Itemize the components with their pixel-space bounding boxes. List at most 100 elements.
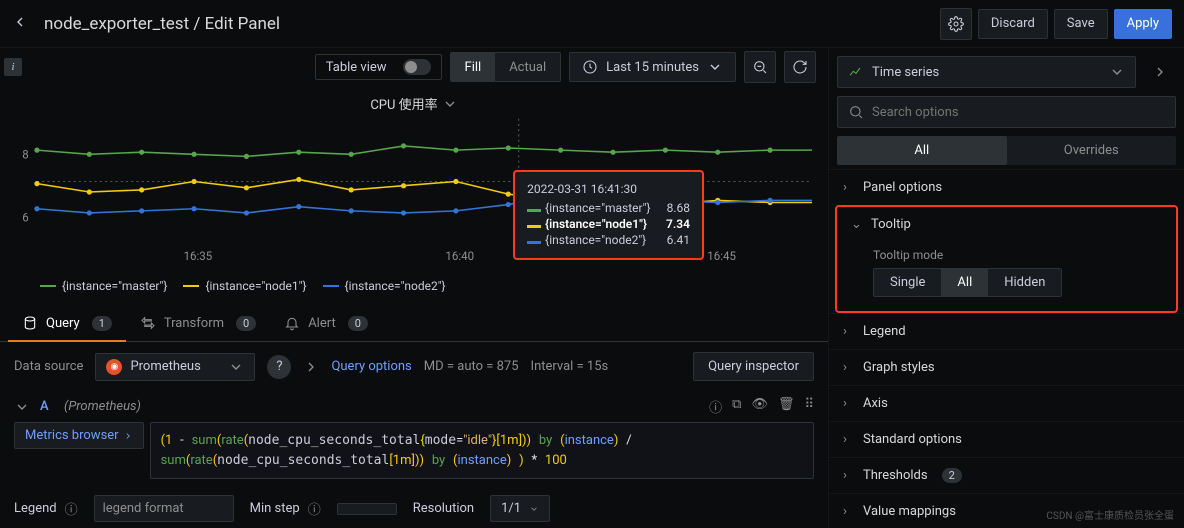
chevron-down-icon <box>1109 64 1125 80</box>
tab-label: Query <box>46 316 80 331</box>
tooltip-mode-label: Tooltip mode <box>873 248 1162 262</box>
query-options-link[interactable]: Query options <box>331 359 411 374</box>
tooltip-mode-hidden[interactable]: Hidden <box>988 269 1061 296</box>
legend-item[interactable]: {instance="master"} <box>40 279 167 293</box>
tooltip-mode-group: Single All Hidden <box>873 268 1062 297</box>
resolution-value: 1/1 <box>501 501 521 516</box>
copy-icon[interactable]: ⧉ <box>732 397 741 416</box>
visualization-name: Time series <box>872 65 939 80</box>
help-icon[interactable]: ? <box>267 355 291 379</box>
visualization-picker[interactable]: Time series <box>837 56 1136 88</box>
database-icon <box>22 315 38 331</box>
section-label: Tooltip <box>871 217 911 232</box>
svg-text:16:40: 16:40 <box>445 249 474 263</box>
back-arrow[interactable] <box>12 14 28 34</box>
info-icon[interactable]: ⓘ <box>308 499 321 518</box>
drag-handle-icon[interactable]: ⠿ <box>804 397 814 416</box>
fill-button[interactable]: Fill <box>451 53 496 81</box>
tooltip-mode-all[interactable]: All <box>941 269 988 296</box>
actual-button[interactable]: Actual <box>495 53 560 81</box>
save-button[interactable]: Save <box>1054 9 1108 39</box>
tooltip-series-value: 7.34 <box>666 217 690 231</box>
time-range-button[interactable]: Last 15 minutes <box>569 52 736 82</box>
tooltip-series-label: {instance="master"} <box>545 201 650 215</box>
section-label: Thresholds <box>863 468 928 483</box>
section-thresholds[interactable]: ›Thresholds2 <box>829 457 1184 493</box>
minstep-input[interactable] <box>337 503 397 515</box>
section-standard-options[interactable]: ›Standard options <box>829 421 1184 457</box>
apply-button[interactable]: Apply <box>1114 9 1172 39</box>
tab-label: Alert <box>308 316 336 331</box>
zoom-out-button[interactable] <box>744 51 776 83</box>
badge: 1 <box>92 316 112 331</box>
tooltip-timestamp: 2022-03-31 16:41:30 <box>527 182 690 196</box>
options-search-input[interactable] <box>872 105 1165 120</box>
switch[interactable] <box>403 59 431 75</box>
section-axis[interactable]: ›Axis <box>829 385 1184 421</box>
legend-input[interactable]: legend format <box>94 495 234 522</box>
chevron-right-icon[interactable] <box>303 359 319 375</box>
watermark: CSDN @富士康质检员张全蛋 <box>1046 507 1174 522</box>
info-icon[interactable]: ⓘ <box>65 499 78 518</box>
tooltip-series-label: {instance="node2"} <box>545 233 646 247</box>
tooltip-series-value: 8.68 <box>667 201 690 215</box>
tab-all[interactable]: All <box>837 136 1007 165</box>
chevron-down-icon <box>529 504 539 514</box>
table-view-toggle[interactable]: Table view <box>315 54 442 80</box>
interval-label: Interval = 15s <box>531 359 609 374</box>
panel-title: CPU 使用率 <box>370 94 437 113</box>
section-graph-styles[interactable]: ›Graph styles <box>829 349 1184 385</box>
tab-query[interactable]: Query 1 <box>8 305 126 341</box>
datasource-label: Data source <box>14 359 83 374</box>
resolution-select[interactable]: 1/1 <box>490 495 550 522</box>
discard-button[interactable]: Discard <box>978 9 1048 39</box>
metrics-browser-button[interactable]: Metrics browser <box>14 422 144 449</box>
eye-icon[interactable]: 👁 <box>751 397 768 416</box>
legend-label: {instance="node2"} <box>345 279 446 293</box>
badge: 2 <box>942 468 962 483</box>
section-label: Legend <box>863 324 906 339</box>
section-label: Graph styles <box>863 360 935 375</box>
minstep-label: Min step <box>250 501 300 516</box>
legend-item[interactable]: {instance="node1"} <box>183 279 306 293</box>
info-icon[interactable]: i <box>4 58 22 76</box>
tab-overrides[interactable]: Overrides <box>1007 136 1177 165</box>
legend-field-label: Legend <box>14 501 57 516</box>
query-editor[interactable]: (1 - sum(rate(node_cpu_seconds_total{mod… <box>150 422 814 479</box>
settings-button[interactable] <box>940 8 972 40</box>
tooltip-series-value: 6.41 <box>667 233 690 247</box>
badge: 0 <box>348 316 368 331</box>
timeseries-icon <box>848 64 864 80</box>
help-icon[interactable]: ⓘ <box>709 397 722 416</box>
trash-icon[interactable]: 🗑 <box>778 397 795 416</box>
legend: {instance="master"} {instance="node1"} {… <box>0 275 828 305</box>
query-source: (Prometheus) <box>64 399 141 414</box>
tooltip-series-label: {instance="node1"} <box>545 217 647 231</box>
legend-item[interactable]: {instance="node2"} <box>323 279 446 293</box>
query-inspector-button[interactable]: Query inspector <box>693 352 814 381</box>
svg-text:8: 8 <box>22 147 28 161</box>
refresh-button[interactable] <box>784 51 816 83</box>
chevron-down-icon[interactable] <box>442 96 458 112</box>
section-legend[interactable]: ›Legend <box>829 313 1184 349</box>
panel: CPU 使用率 8 6 16:35 16:40 16:45 <box>0 86 828 275</box>
chevron-down-icon <box>228 359 244 375</box>
section-panel-options[interactable]: ›Panel options <box>829 169 1184 205</box>
collapse-sidebar-icon[interactable] <box>1144 56 1176 88</box>
query-ref-id[interactable]: A <box>40 399 54 414</box>
tab-alert[interactable]: Alert 0 <box>270 305 382 341</box>
section-label: Axis <box>863 396 888 411</box>
chevron-down-icon[interactable] <box>14 399 30 415</box>
svg-text:6: 6 <box>22 210 28 224</box>
badge: 0 <box>236 316 256 331</box>
table-view-label: Table view <box>326 60 387 75</box>
datasource-picker[interactable]: ◉ Prometheus <box>95 353 255 381</box>
tab-transform[interactable]: Transform0 <box>126 305 270 341</box>
options-search[interactable] <box>837 96 1176 128</box>
svg-text:16:35: 16:35 <box>184 249 213 263</box>
section-label: Value mappings <box>863 504 956 519</box>
resolution-label: Resolution <box>413 501 474 516</box>
section-tooltip[interactable]: ⌄Tooltip <box>837 207 1176 242</box>
legend-label: {instance="node1"} <box>205 279 306 293</box>
tooltip-mode-single[interactable]: Single <box>874 269 941 296</box>
